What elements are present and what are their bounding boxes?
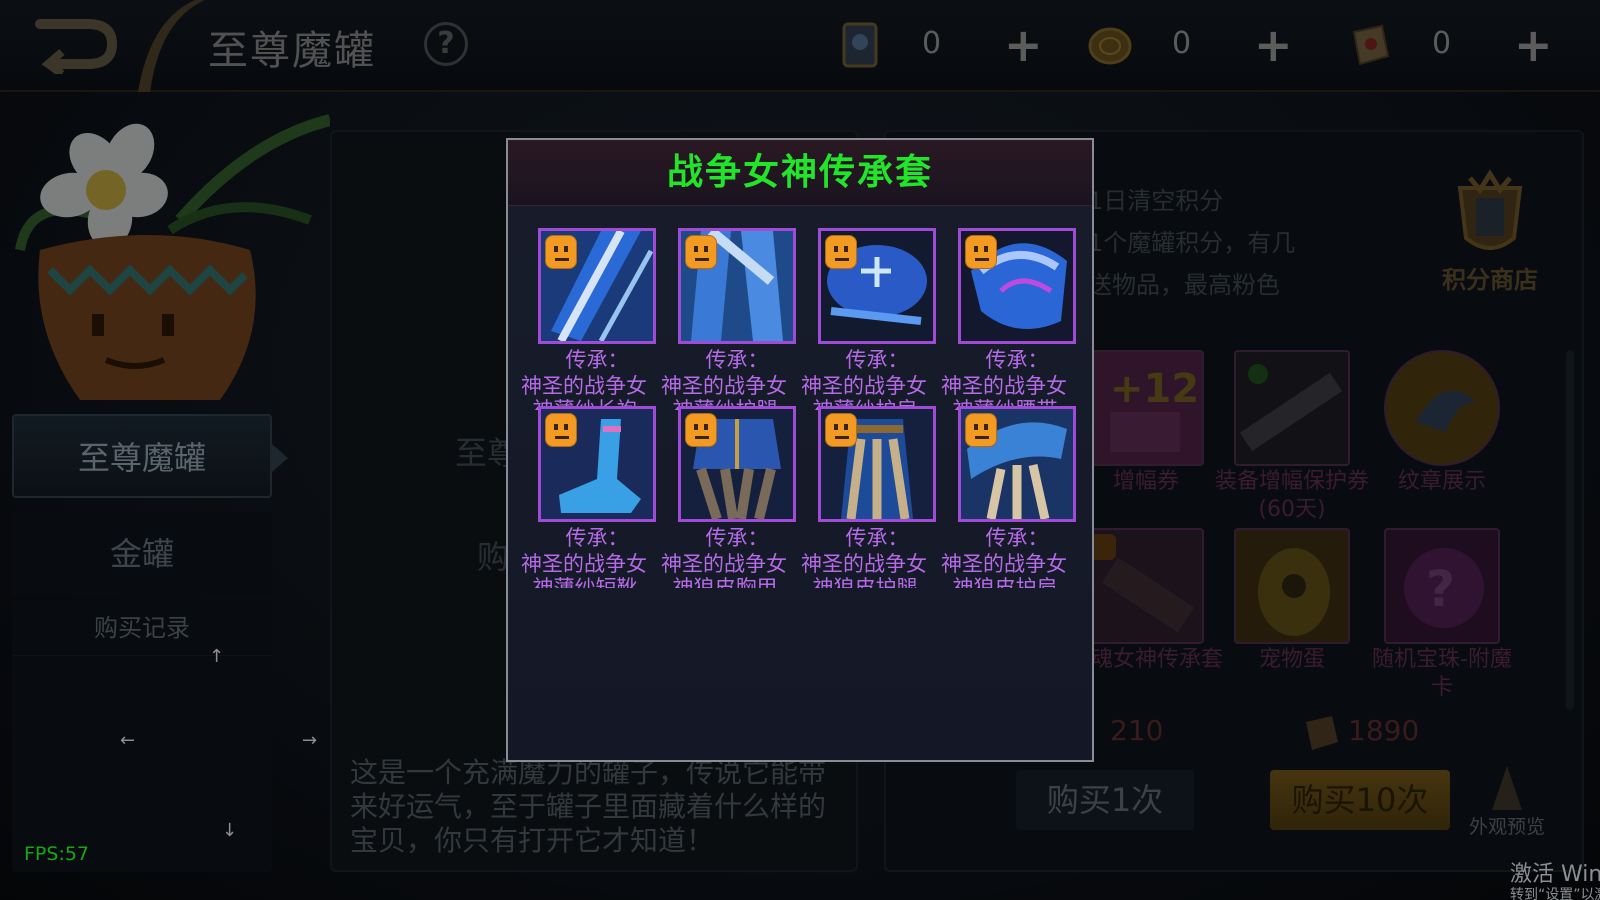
item-name-line2: 神狼皮护肩 <box>952 576 1058 588</box>
set-item-leather-leggings[interactable]: 传承： 神圣的战争女 神狼皮护腿 <box>796 406 936 588</box>
legacy-badge-icon <box>965 235 997 269</box>
item-prefix: 传承： <box>565 348 629 372</box>
set-item-leggings[interactable]: 传承： 神圣的战争女 神薄纱护腿 <box>656 228 796 410</box>
item-frame <box>678 406 796 522</box>
game-screen: 至尊魔罐 ? 0 + 0 + 0 + 至尊魔罐 金罐 购买记录 ↑ ← → ↓ … <box>0 0 1600 900</box>
item-frame <box>958 228 1076 344</box>
item-name-line1: 神圣的战争女 <box>801 552 927 576</box>
item-name-line2: 神薄纱短靴 <box>532 576 638 588</box>
item-prefix: 传承： <box>985 526 1049 550</box>
item-name-line1: 神圣的战争女 <box>941 374 1067 398</box>
item-name-line2: 神狼皮护腿 <box>812 576 918 588</box>
set-item-shoulders[interactable]: 传承： 神圣的战争女 神薄纱护肩 <box>796 228 936 410</box>
item-prefix: 传承： <box>845 526 909 550</box>
item-name-line1: 神圣的战争女 <box>801 374 927 398</box>
legacy-badge-icon <box>825 413 857 447</box>
set-detail-modal: 战争女神传承套 传承： 神圣的战争女 神薄纱长袍 传承： 神圣的战争女 神薄纱护… <box>506 138 1094 762</box>
modal-header: 战争女神传承套 <box>508 140 1092 206</box>
item-name-line1: 神圣的战争女 <box>661 552 787 576</box>
item-frame <box>958 406 1076 522</box>
item-frame <box>538 406 656 522</box>
item-prefix: 传承： <box>845 348 909 372</box>
item-name-line1: 神圣的战争女 <box>661 374 787 398</box>
legacy-badge-icon <box>965 413 997 447</box>
item-prefix: 传承： <box>985 348 1049 372</box>
item-frame <box>818 228 936 344</box>
set-item-boots[interactable]: 传承： 神圣的战争女 神薄纱短靴 <box>516 406 656 588</box>
set-item-belt[interactable]: 传承： 神圣的战争女 神薄纱腰带 <box>936 228 1076 410</box>
item-name-line1: 神圣的战争女 <box>941 552 1067 576</box>
item-prefix: 传承： <box>705 526 769 550</box>
legacy-badge-icon <box>545 235 577 269</box>
set-item-leather-shoulders[interactable]: 传承： 神圣的战争女 神狼皮护肩 <box>936 406 1076 588</box>
item-prefix: 传承： <box>705 348 769 372</box>
item-name-line1: 神圣的战争女 <box>521 552 647 576</box>
os-activation-hint: 转到“设置”以激活 <box>1510 887 1600 900</box>
item-frame <box>818 406 936 522</box>
legacy-badge-icon <box>825 235 857 269</box>
modal-title: 战争女神传承套 <box>666 152 933 193</box>
item-frame <box>678 228 796 344</box>
legacy-badge-icon <box>685 413 717 447</box>
item-frame <box>538 228 656 344</box>
set-item-robe[interactable]: 传承： 神圣的战争女 神薄纱长袍 <box>516 228 656 410</box>
item-prefix: 传承： <box>565 526 629 550</box>
legacy-badge-icon <box>545 413 577 447</box>
set-item-chest[interactable]: 传承： 神圣的战争女 神狼皮胸甲 <box>656 406 796 588</box>
item-name-line2: 神狼皮胸甲 <box>672 576 778 588</box>
item-name-line1: 神圣的战争女 <box>521 374 647 398</box>
legacy-badge-icon <box>685 235 717 269</box>
